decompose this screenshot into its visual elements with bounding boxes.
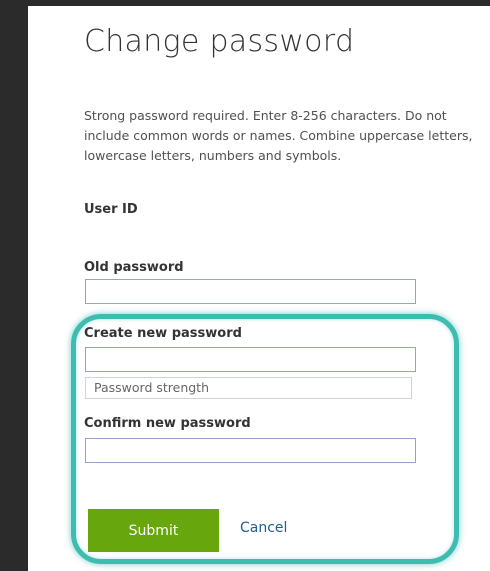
confirm-password-label: Confirm new password: [84, 416, 251, 431]
old-password-field[interactable]: [85, 279, 416, 304]
old-password-label: Old password: [84, 260, 184, 275]
submit-button[interactable]: Submit: [88, 509, 219, 552]
new-password-label: Create new password: [84, 326, 242, 341]
password-strength-meter: Password strength: [85, 377, 412, 399]
cancel-link[interactable]: Cancel: [240, 520, 287, 536]
change-password-panel: Change password Strong password required…: [28, 6, 490, 571]
password-requirements-text: Strong password required. Enter 8-256 ch…: [84, 108, 473, 163]
page-title: Change password: [84, 24, 355, 59]
password-strength-label: Password strength: [94, 380, 210, 395]
confirm-password-field[interactable]: [85, 438, 416, 463]
new-password-field[interactable]: [85, 347, 416, 372]
user-id-label: User ID: [84, 202, 138, 217]
